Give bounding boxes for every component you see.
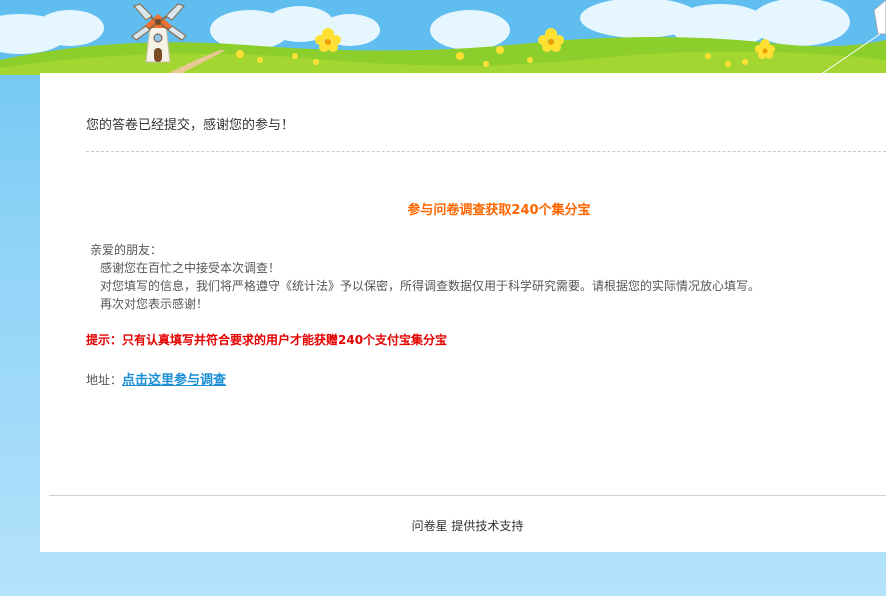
submitted-message: 您的答卷已经提交，感谢您的参与！ (86, 118, 295, 133)
participate-survey-link[interactable]: 点击这里参与调查 (122, 373, 226, 388)
promo-title: 参与问卷调查获取240个集分宝 (407, 203, 591, 218)
letter-line: 感谢您在百忙之中接受本次调查！ (100, 261, 281, 275)
footer-divider (49, 495, 886, 496)
footer-text: 提供技术支持 (451, 519, 524, 533)
footer: 问卷星 提供技术支持 (49, 517, 886, 534)
header-scene (0, 0, 886, 75)
tip-message: 提示：只有认真填写并符合要求的用户才能获赠240个支付宝集分宝 (86, 333, 448, 347)
letter-line: 对您填写的信息，我们将严格遵守《统计法》予以保密，所得调查数据仅用于科学研究需要… (100, 279, 761, 293)
content-card: 您的答卷已经提交，感谢您的参与！ 参与问卷调查获取240个集分宝 亲爱的朋友： … (40, 73, 886, 552)
letter-greeting: 亲爱的朋友： (90, 243, 163, 257)
address-label: 地址： (86, 373, 123, 387)
brand-link[interactable]: 问卷星 (412, 519, 448, 533)
address-row: 地址：点击这里参与调查 (86, 369, 226, 388)
letter-body: 亲爱的朋友： 感谢您在百忙之中接受本次调查！ 对您填写的信息，我们将严格遵守《统… (90, 241, 760, 313)
letter-line: 再次对您表示感谢！ (100, 297, 209, 311)
dashed-divider (86, 151, 886, 152)
